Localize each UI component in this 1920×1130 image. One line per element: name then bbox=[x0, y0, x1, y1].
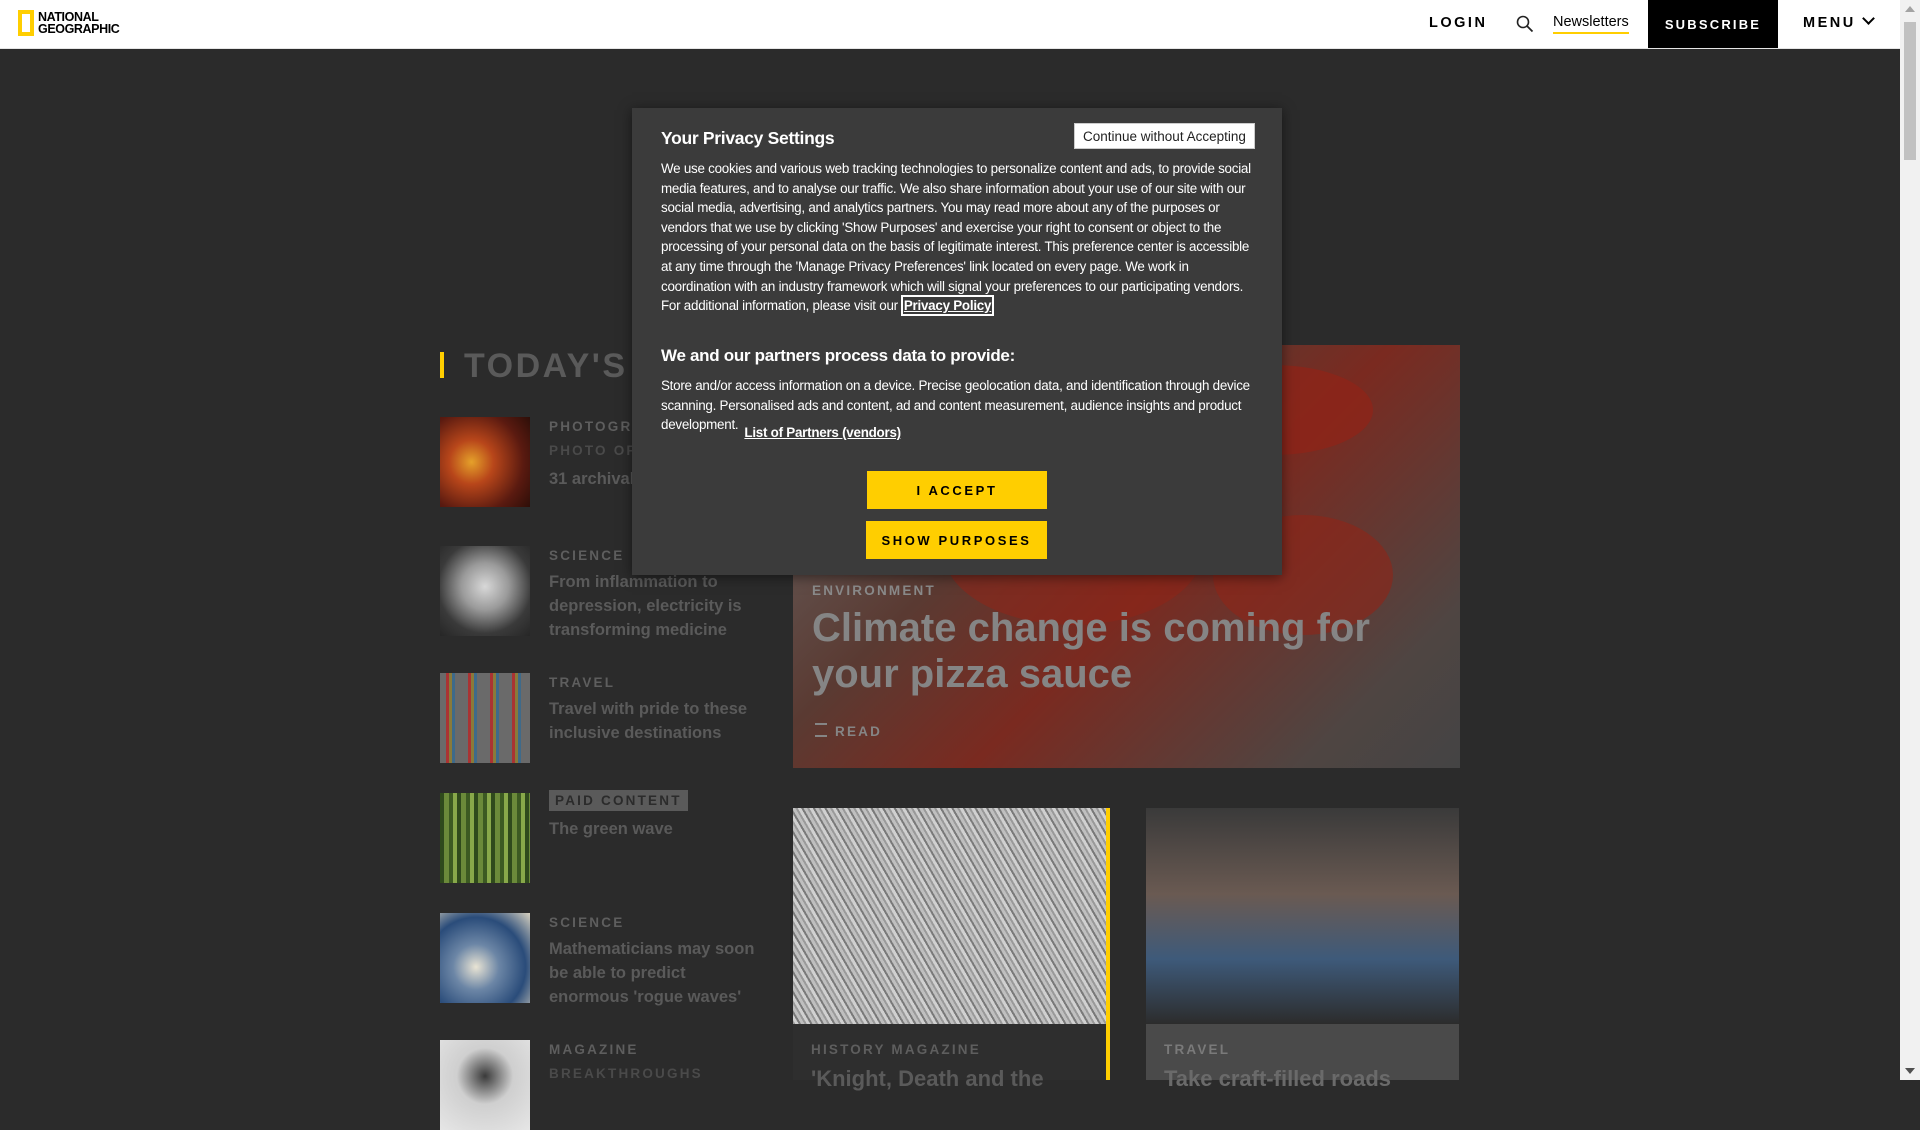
story-thumbnail bbox=[440, 673, 530, 763]
story-kicker: SCIENCE bbox=[549, 548, 625, 563]
scroll-up-arrow-icon[interactable] bbox=[1905, 6, 1915, 12]
card-kicker: TRAVEL bbox=[1164, 1042, 1231, 1057]
privacy-body-text: We use cookies and various web tracking … bbox=[661, 161, 1251, 294]
story-headline: Travel with pride to these inclusive des… bbox=[549, 700, 748, 742]
scroll-down-arrow-icon[interactable] bbox=[1905, 1068, 1915, 1074]
logo-line-2: GEOGRAPHIC bbox=[38, 22, 120, 36]
top-navigation: NATIONAL GEOGRAPHIC LOGIN Newsletters SU… bbox=[0, 0, 1900, 49]
menu-label: MENU bbox=[1803, 15, 1856, 31]
section-title: TODAY'S bbox=[464, 347, 628, 385]
story-kicker: SCIENCE bbox=[549, 915, 625, 930]
modal-title: Your Privacy Settings bbox=[661, 128, 835, 148]
story-kicker: PHOTOGR bbox=[549, 419, 633, 434]
continue-without-accepting-button[interactable]: Continue without Accepting bbox=[1074, 123, 1255, 149]
chevron-down-icon bbox=[1861, 12, 1875, 25]
read-icon bbox=[815, 723, 827, 737]
search-icon[interactable] bbox=[1516, 15, 1534, 33]
yellow-border-icon bbox=[18, 10, 34, 36]
additional-info-text: For additional information, please visit… bbox=[661, 298, 898, 314]
story-thumbnail bbox=[440, 793, 530, 883]
menu-button[interactable]: MENU bbox=[1803, 12, 1875, 31]
read-link[interactable]: READ bbox=[815, 722, 882, 739]
subscribe-button[interactable]: SUBSCRIBE bbox=[1648, 0, 1778, 48]
story-headline: From inflammation to depression, electri… bbox=[549, 573, 742, 639]
card-image bbox=[793, 808, 1106, 1024]
story-headline: Mathematicians may soon be able to predi… bbox=[549, 940, 755, 1006]
newsletters-link[interactable]: Newsletters bbox=[1553, 14, 1629, 34]
story-card[interactable]: TRAVEL Take craft-filled roads bbox=[1146, 808, 1459, 1091]
story-thumbnail bbox=[440, 546, 530, 636]
paid-content-badge: PAID CONTENT bbox=[549, 790, 688, 811]
story-kicker: MAGAZINE bbox=[549, 1042, 639, 1057]
card-image bbox=[1146, 808, 1459, 1024]
story-kicker: TRAVEL bbox=[549, 675, 616, 690]
privacy-description: We use cookies and various web tracking … bbox=[661, 159, 1251, 317]
story-subkicker: PHOTO OF bbox=[549, 443, 637, 458]
login-link[interactable]: LOGIN bbox=[1429, 15, 1487, 31]
hero-kicker: ENVIRONMENT bbox=[812, 583, 936, 598]
show-purposes-button[interactable]: SHOW PURPOSES bbox=[866, 521, 1047, 559]
story-subkicker: BREAKTHROUGHS bbox=[549, 1066, 703, 1081]
privacy-settings-modal: Your Privacy Settings Continue without A… bbox=[632, 108, 1282, 575]
natgeo-logo[interactable]: NATIONAL GEOGRAPHIC bbox=[18, 8, 120, 38]
hero-title[interactable]: Climate change is coming for your pizza … bbox=[812, 605, 1452, 697]
story-thumbnail bbox=[440, 417, 530, 507]
story-thumbnail bbox=[440, 913, 530, 1003]
scroll-thumb[interactable] bbox=[1904, 22, 1916, 160]
story-headline: The green wave bbox=[549, 820, 673, 838]
story-thumbnail bbox=[440, 1040, 530, 1130]
card-headline: 'Knight, Death and the bbox=[811, 1066, 1044, 1091]
story-card[interactable]: HISTORY MAGAZINE 'Knight, Death and the bbox=[793, 808, 1110, 1091]
accept-button[interactable]: I ACCEPT bbox=[867, 471, 1047, 509]
page-scrollbar[interactable] bbox=[1900, 0, 1920, 1080]
privacy-policy-link[interactable]: Privacy Policy bbox=[900, 295, 995, 317]
list-of-partners-link[interactable]: List of Partners (vendors) bbox=[744, 425, 901, 440]
card-headline: Take craft-filled roads bbox=[1164, 1066, 1391, 1091]
purposes-description: Store and/or access information on a dev… bbox=[661, 376, 1256, 440]
card-kicker: HISTORY MAGAZINE bbox=[811, 1042, 981, 1057]
process-data-heading: We and our partners process data to prov… bbox=[661, 346, 1015, 365]
